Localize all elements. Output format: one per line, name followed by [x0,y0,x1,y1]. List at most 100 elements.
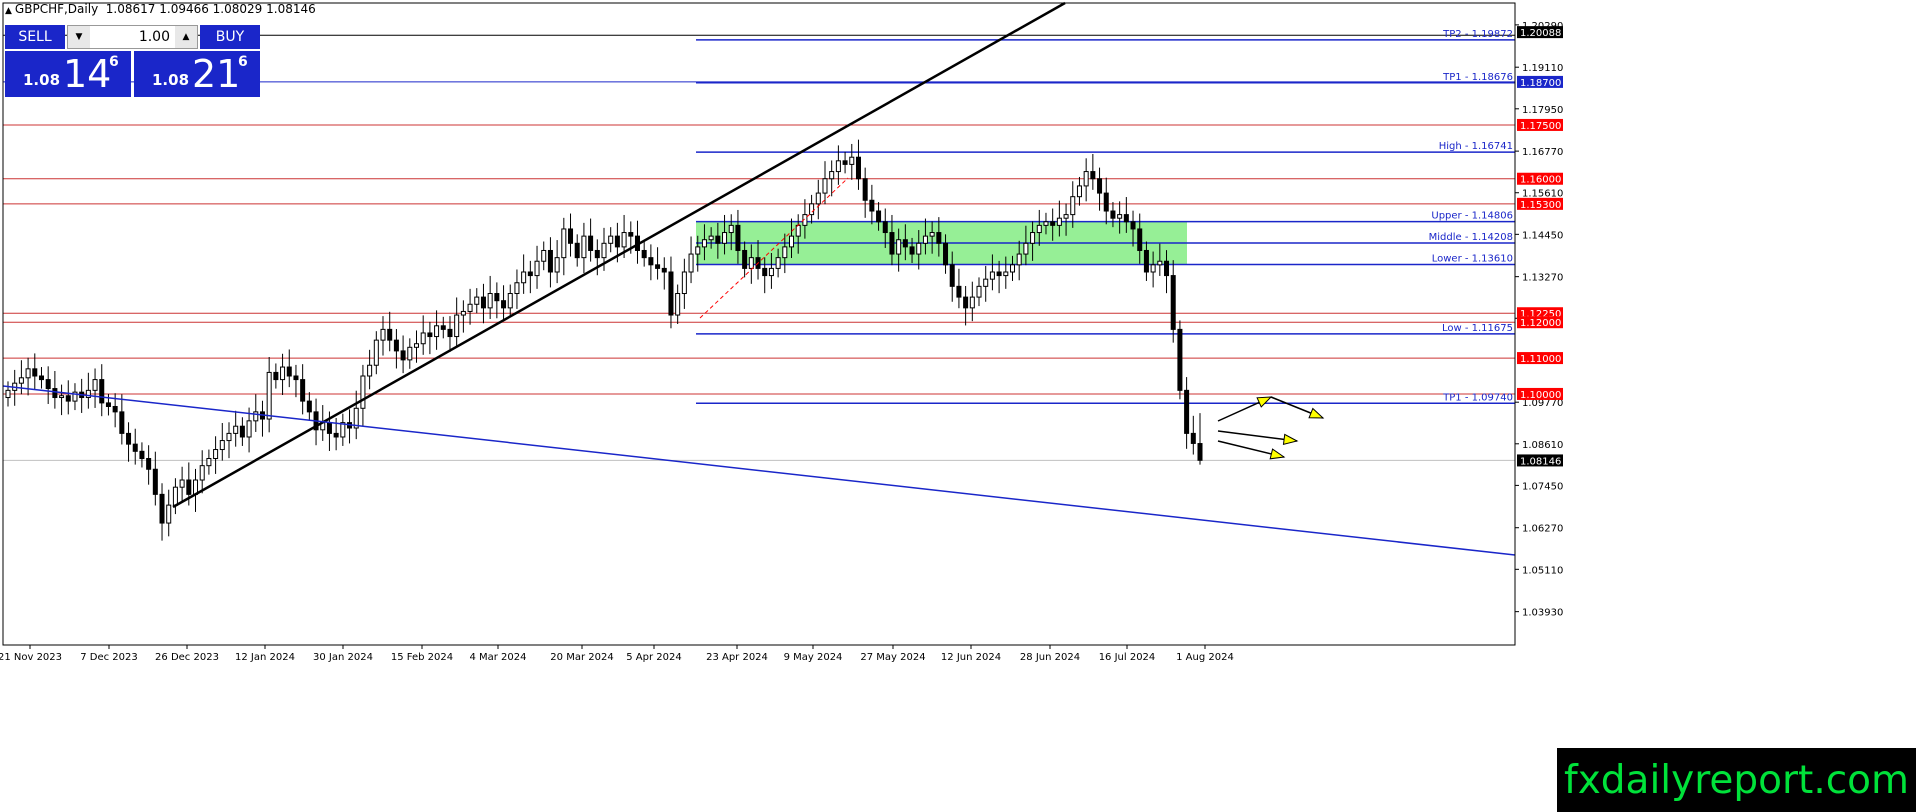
x-tick-label: 15 Feb 2024 [391,652,453,663]
sell-quote-pips: 14 [63,52,112,96]
lot-size-control: ▼ ▲ [67,25,198,49]
x-tick-label: 27 May 2024 [860,652,925,663]
symbol-ohlc-text: GBPCHF,Daily 1.08617 1.09466 1.08029 1.0… [14,2,316,16]
sell-quote[interactable]: 1.08 14 6 [5,51,131,97]
bullish-candle [487,293,493,309]
x-tick-label: 23 Apr 2024 [706,652,768,663]
bullish-candle [25,368,31,379]
bearish-candle [1137,228,1143,251]
bullish-candle [5,389,11,399]
bearish-candle [1090,171,1096,180]
sell-quote-fraction: 6 [109,54,119,70]
buy-quote-fraction: 6 [238,54,248,70]
bullish-candle [969,296,975,309]
bearish-candle [112,405,118,413]
x-tick-label: 1 Aug 2024 [1176,652,1234,663]
price-tag-label: 1.12000 [1520,318,1561,329]
bearish-candle [132,443,138,452]
bearish-candle [668,271,674,316]
price-tag-label: 1.10000 [1520,390,1561,401]
bullish-candle [922,235,928,244]
lot-increase-icon[interactable]: ▲ [175,26,197,48]
bullish-candle [460,310,466,316]
bullish-candle [916,242,922,255]
bearish-candle [1123,214,1129,223]
bearish-candle [1097,178,1103,194]
descending-channel-line [2,385,1516,556]
bullish-candle [601,242,607,259]
bullish-candle [1023,242,1029,255]
price-tag-label: 1.15300 [1520,200,1561,211]
x-tick-label: 21 Nov 2023 [0,652,62,663]
x-tick-label: 12 Jan 2024 [235,652,295,663]
bearish-candle [963,296,969,309]
bullish-candle [782,246,788,259]
price-tag-label: 1.08146 [1520,456,1561,467]
bullish-candle [621,232,627,248]
bullish-candle [280,366,286,381]
sell-button[interactable]: SELL [5,25,65,49]
bullish-candle [206,457,212,467]
bullish-candle [507,293,513,309]
x-tick-label: 28 Jun 2024 [1020,652,1080,663]
price-tag-label: 1.16000 [1520,175,1561,186]
bullish-candle [514,282,520,295]
bullish-candle [179,479,185,488]
bullish-candle [722,232,728,244]
bearish-candle [1190,432,1196,444]
bearish-candle [527,271,533,277]
bearish-candle [139,450,145,459]
bullish-candle [795,224,801,237]
bullish-candle [748,257,754,269]
bearish-candle [842,160,848,165]
bearish-candle [447,328,453,338]
buy-quote[interactable]: 1.08 21 6 [134,51,260,97]
bullish-candle [675,293,681,316]
buy-button[interactable]: BUY [200,25,260,49]
brand-watermark: fxdailyreport.com [1557,748,1916,812]
bearish-candle [889,232,895,255]
bearish-candle [45,379,51,390]
bullish-candle [1056,217,1062,226]
bearish-candle [273,371,279,381]
bullish-candle [233,425,239,434]
x-tick-label: 7 Dec 2023 [80,652,138,663]
bullish-candle [983,278,989,287]
bullish-candle [695,246,701,255]
bullish-candle [815,192,821,205]
bearish-candle [715,235,721,244]
bullish-candle [521,271,527,284]
x-tick-label: 12 Jun 2024 [941,652,1001,663]
sell-quote-big-figure: 1.08 [23,71,61,89]
bearish-candle [146,457,152,470]
price-chart[interactable]: TP2 - 1.19872 TP1 - 1.18676 High - 1.16741… [0,0,1916,812]
bullish-candle [407,346,413,361]
bullish-candle [454,314,460,338]
bearish-candle [614,235,620,248]
indicator-level-label: Low - 1.11675 [1442,323,1513,334]
bullish-candle [226,432,232,442]
bullish-candle [929,232,935,237]
bearish-candle [326,422,332,434]
bearish-candle [126,432,132,445]
candles [5,139,1203,541]
bullish-candle [434,325,440,338]
plot-frame [2,2,1516,646]
bullish-candle [1003,271,1009,277]
bullish-candle [1083,171,1089,187]
bearish-candle [762,267,768,277]
bearish-candle [876,210,882,223]
lot-decrease-icon[interactable]: ▼ [68,26,90,48]
lot-size-input[interactable] [92,26,173,48]
bearish-candle [742,249,748,269]
bullish-candle [253,411,259,422]
bearish-candle [661,267,667,273]
bearish-candle [574,242,580,259]
bearish-candle [1184,389,1190,434]
projection-arrowhead [1269,448,1286,460]
axes: 1.202901.191101.179501.167701.156101.144… [0,2,1563,663]
collapse-triangle-icon[interactable]: ▲ [5,6,12,16]
bullish-candle [413,343,420,348]
bullish-candle [768,267,774,277]
bearish-candle [1177,328,1183,391]
